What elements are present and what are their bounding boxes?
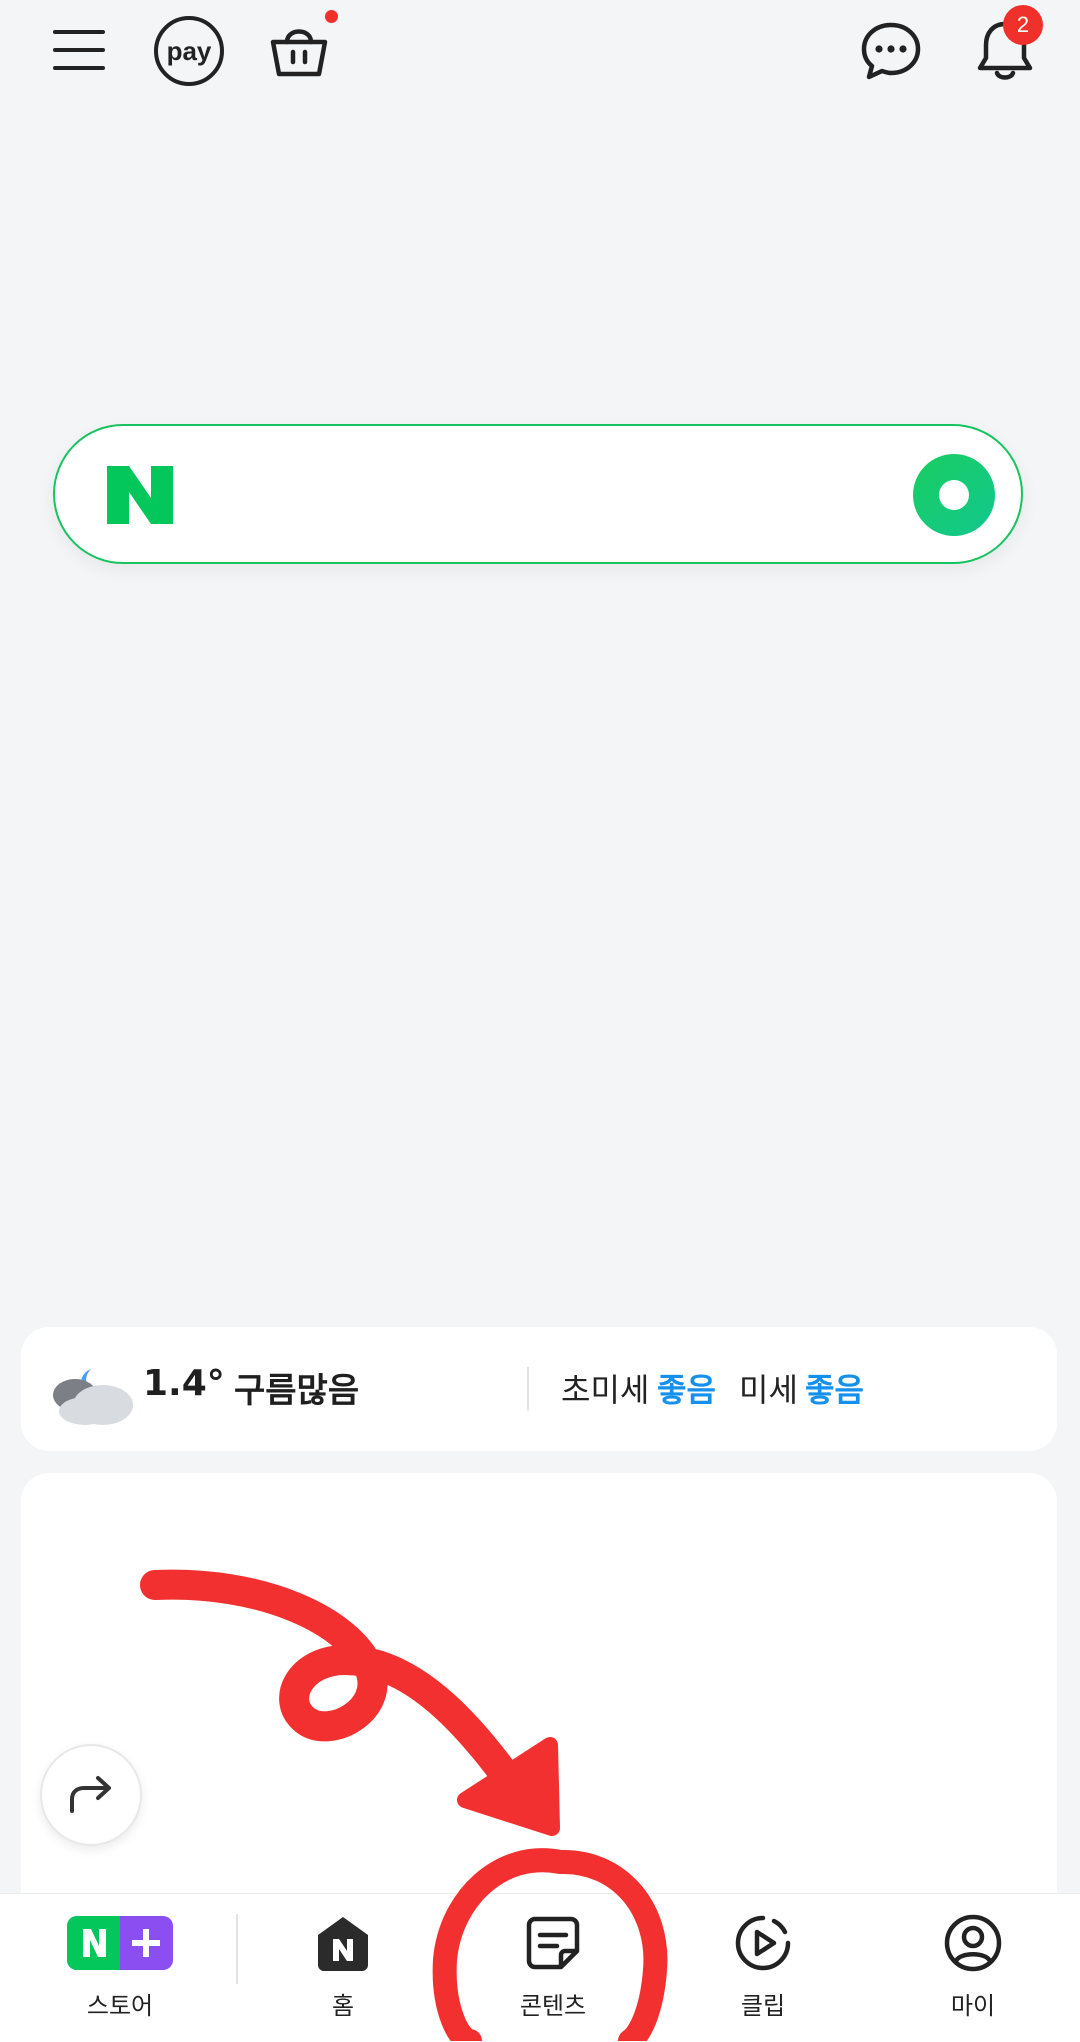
search-button[interactable] <box>913 454 995 536</box>
search-input[interactable] <box>205 456 809 536</box>
nav-item-clip[interactable]: 클립 <box>703 1894 823 2042</box>
naver-logo-icon <box>107 466 173 524</box>
clip-play-icon <box>735 1915 791 1971</box>
cart-button[interactable] <box>264 10 338 82</box>
shopping-bag-icon <box>270 29 328 77</box>
nav-label-home: 홈 <box>331 1992 355 2020</box>
pay-label: pay <box>166 35 212 66</box>
nav-item-my[interactable]: 마이 <box>913 1894 1033 2042</box>
nav-label-store: 스토어 <box>86 1992 154 2020</box>
share-button[interactable] <box>40 1744 142 1846</box>
fine-dust-value: 좋음 <box>657 1371 716 1409</box>
green-dot-search-icon <box>939 480 969 510</box>
chat-button[interactable] <box>858 18 924 84</box>
share-arrow-icon <box>70 1776 111 1813</box>
notification-button[interactable]: 2 <box>972 5 1043 84</box>
temperature: 1.4° <box>143 1363 225 1404</box>
nav-item-content[interactable]: 콘텐츠 <box>493 1894 613 2042</box>
nav-label-content: 콘텐츠 <box>519 1992 587 2020</box>
dust-value: 좋음 <box>805 1371 864 1409</box>
nav-item-store[interactable]: 스토어 <box>48 1894 192 2042</box>
bottom-navigation: 스토어 홈 콘텐츠 클립 마이 <box>0 1893 1080 2042</box>
pay-button[interactable]: pay <box>154 16 224 86</box>
weather-divider <box>527 1367 529 1411</box>
hamburger-icon <box>53 30 105 70</box>
cloudy-night-icon <box>53 1369 133 1425</box>
search-bar[interactable] <box>53 424 1023 564</box>
nav-label-my: 마이 <box>950 1992 996 2020</box>
notification-count-badge: 2 <box>1003 5 1043 45</box>
content-card <box>21 1473 1057 1893</box>
content-note-icon <box>526 1916 580 1970</box>
nav-divider <box>236 1914 238 1984</box>
nav-item-home[interactable]: 홈 <box>283 1894 403 2042</box>
cart-new-dot <box>325 10 338 23</box>
weather-card[interactable]: 1.4° 구름많음 초미세 좋음 미세 좋음 <box>21 1327 1057 1451</box>
n-home-icon <box>318 1917 368 1971</box>
weather-condition: 구름많음 <box>234 1371 360 1411</box>
nav-label-clip: 클립 <box>740 1992 786 2020</box>
fine-dust-label: 초미세 <box>561 1371 650 1409</box>
n-plus-store-icon <box>67 1916 173 1970</box>
profile-icon <box>944 1914 1002 1972</box>
menu-button[interactable] <box>44 20 114 80</box>
chat-bubble-icon <box>861 22 921 80</box>
dust-label: 미세 <box>739 1371 798 1409</box>
